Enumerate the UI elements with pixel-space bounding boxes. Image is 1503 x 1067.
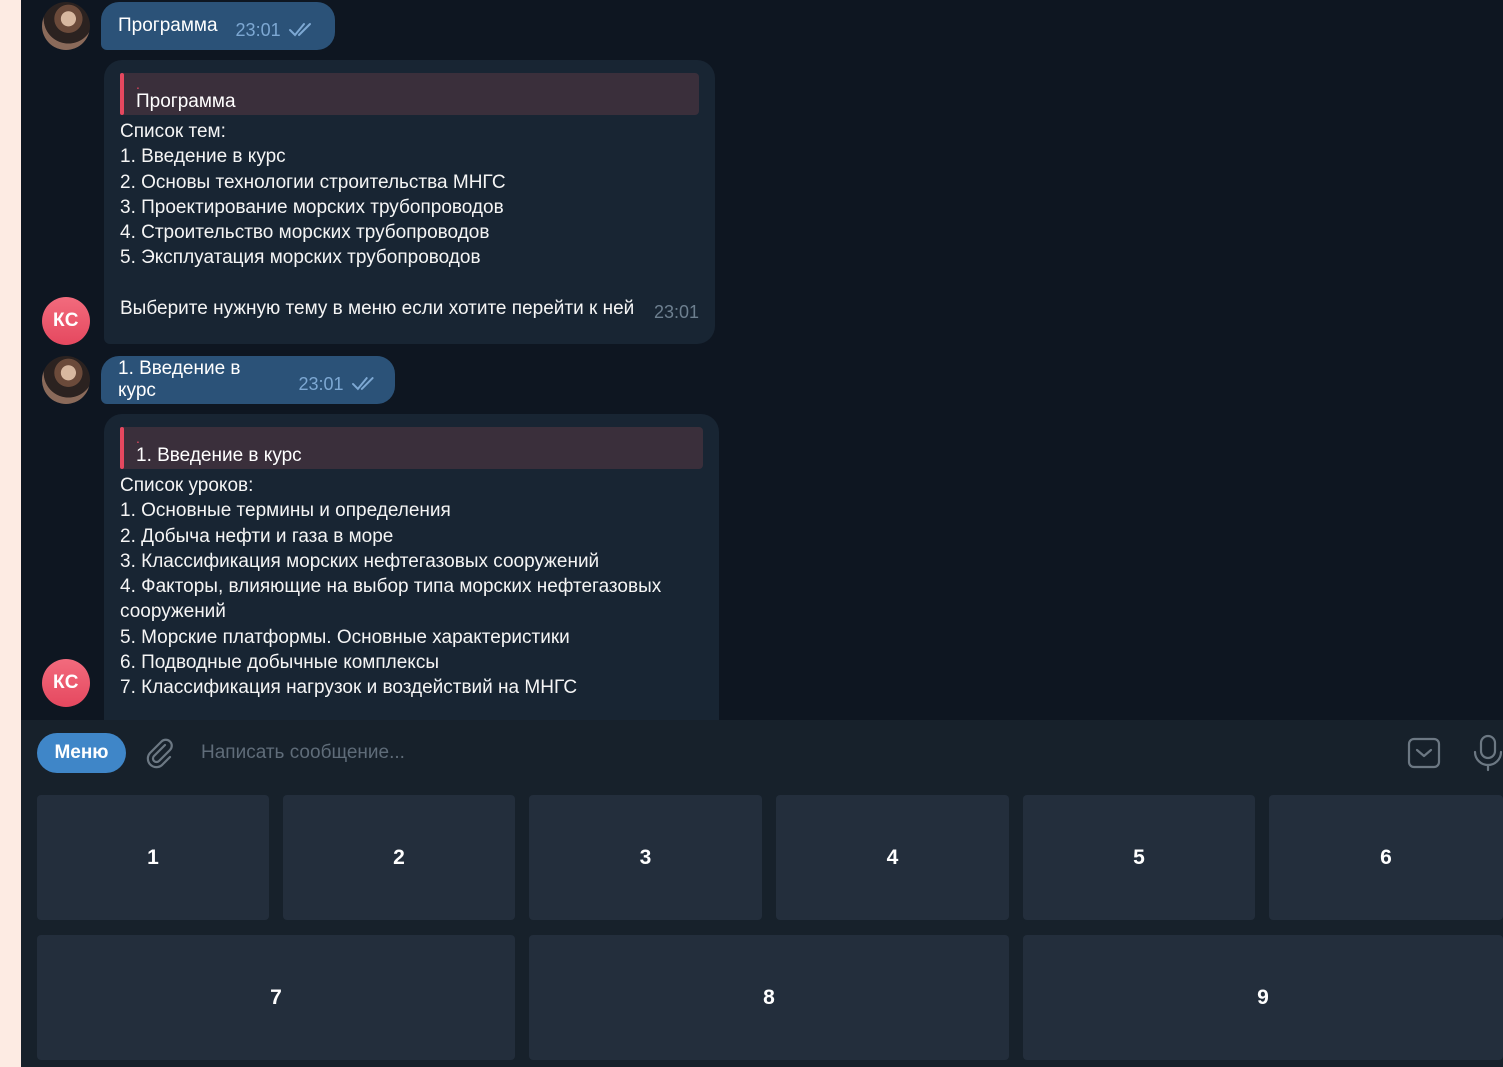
message-last-line: Выберите нужную тему в меню если хотите … — [120, 296, 699, 322]
double-check-icon — [288, 23, 311, 37]
bot-reply-keyboard: 1 2 3 4 5 6 7 8 9 — [21, 784, 1503, 1067]
reply-author: . — [136, 430, 140, 446]
keyboard-button-9[interactable]: 9 — [1023, 935, 1503, 1060]
message-line: сооружений — [120, 601, 226, 623]
keyboard-button-2[interactable]: 2 — [283, 795, 515, 920]
keyboard-button-3[interactable]: 3 — [529, 795, 762, 920]
message-line: 4. Факторы, влияющие на выбор типа морск… — [120, 576, 662, 598]
keyboard-button-1[interactable]: 1 — [37, 795, 269, 920]
message-time: 23:01 — [235, 19, 281, 40]
user-avatar[interactable] — [42, 356, 90, 404]
message-line: 7. Классификация нагрузок и воздействий … — [120, 677, 578, 699]
attach-icon[interactable] — [141, 735, 177, 771]
message-line: 3. Проектирование морских трубопроводов — [120, 196, 504, 218]
message-line: 6. Подводные добычные комплексы — [120, 652, 439, 674]
telegram-window: Программа 23:01 КС . Программа Список те… — [21, 0, 1503, 1067]
outgoing-message[interactable]: Программа 23:01 — [101, 2, 335, 50]
user-avatar[interactable] — [42, 2, 90, 50]
message-text: 1. Введение в курс — [118, 358, 241, 401]
keyboard-button-5[interactable]: 5 — [1023, 795, 1255, 920]
message-line: 1. Основные термины и определения — [120, 500, 451, 522]
keyboard-button-4[interactable]: 4 — [776, 795, 1009, 920]
message-input[interactable] — [199, 734, 1383, 772]
reply-text: 1. Введение в курс — [136, 445, 302, 466]
avatar-initials: КС — [52, 310, 80, 331]
message-line: 5. Морские платформы. Основные характери… — [120, 626, 570, 648]
microphone-icon[interactable] — [1471, 733, 1503, 773]
bot-avatar[interactable]: КС — [42, 659, 90, 707]
incoming-message[interactable]: . Программа Список тем: 1. Введение в ку… — [104, 60, 715, 344]
message-time: 23:01 — [653, 301, 699, 322]
reply-text: Программа — [136, 91, 236, 112]
message-composer: Меню — [21, 720, 1503, 784]
message-line-blank — [120, 271, 699, 296]
bot-avatar[interactable]: КС — [42, 297, 90, 345]
reply-quote[interactable]: . 1. Введение в курс — [120, 427, 703, 469]
message-line: 1. Введение в курс — [120, 146, 286, 168]
message-line: Список тем: — [120, 121, 226, 142]
keyboard-button-8[interactable]: 8 — [529, 935, 1009, 1060]
message-line: 2. Добыча нефти и газа в море — [120, 525, 394, 547]
message-line: Выберите нужную тему в меню если хотите … — [120, 297, 635, 319]
avatar-initials: КС — [52, 672, 80, 693]
message-line: 2. Основы технологии строительства МНГС — [120, 171, 506, 193]
message-time: 23:01 — [298, 373, 344, 394]
keyboard-button-7[interactable]: 7 — [37, 935, 515, 1060]
message-line: 5. Эксплуатация морских трубопроводов — [120, 247, 481, 269]
message-line: 3. Классификация морских нефтегазовых со… — [120, 550, 600, 572]
reply-author: . — [136, 76, 140, 92]
chat-history[interactable]: Программа 23:01 КС . Программа Список те… — [21, 0, 1503, 720]
incoming-message[interactable]: . 1. Введение в курс Список уроков: 1. О… — [104, 414, 719, 720]
reply-quote[interactable]: . Программа — [120, 73, 699, 115]
message-text: Программа — [118, 15, 218, 36]
message-line: Список уроков: — [120, 475, 254, 496]
keyboard-button-6[interactable]: 6 — [1269, 795, 1503, 920]
double-check-icon — [351, 377, 374, 391]
message-line: 4. Строительство морских трубопроводов — [120, 222, 490, 244]
outgoing-message[interactable]: 1. Введение в курс 23:01 — [101, 356, 395, 404]
bot-keyboard-icon[interactable] — [1406, 735, 1442, 771]
menu-button[interactable]: Меню — [37, 733, 126, 773]
